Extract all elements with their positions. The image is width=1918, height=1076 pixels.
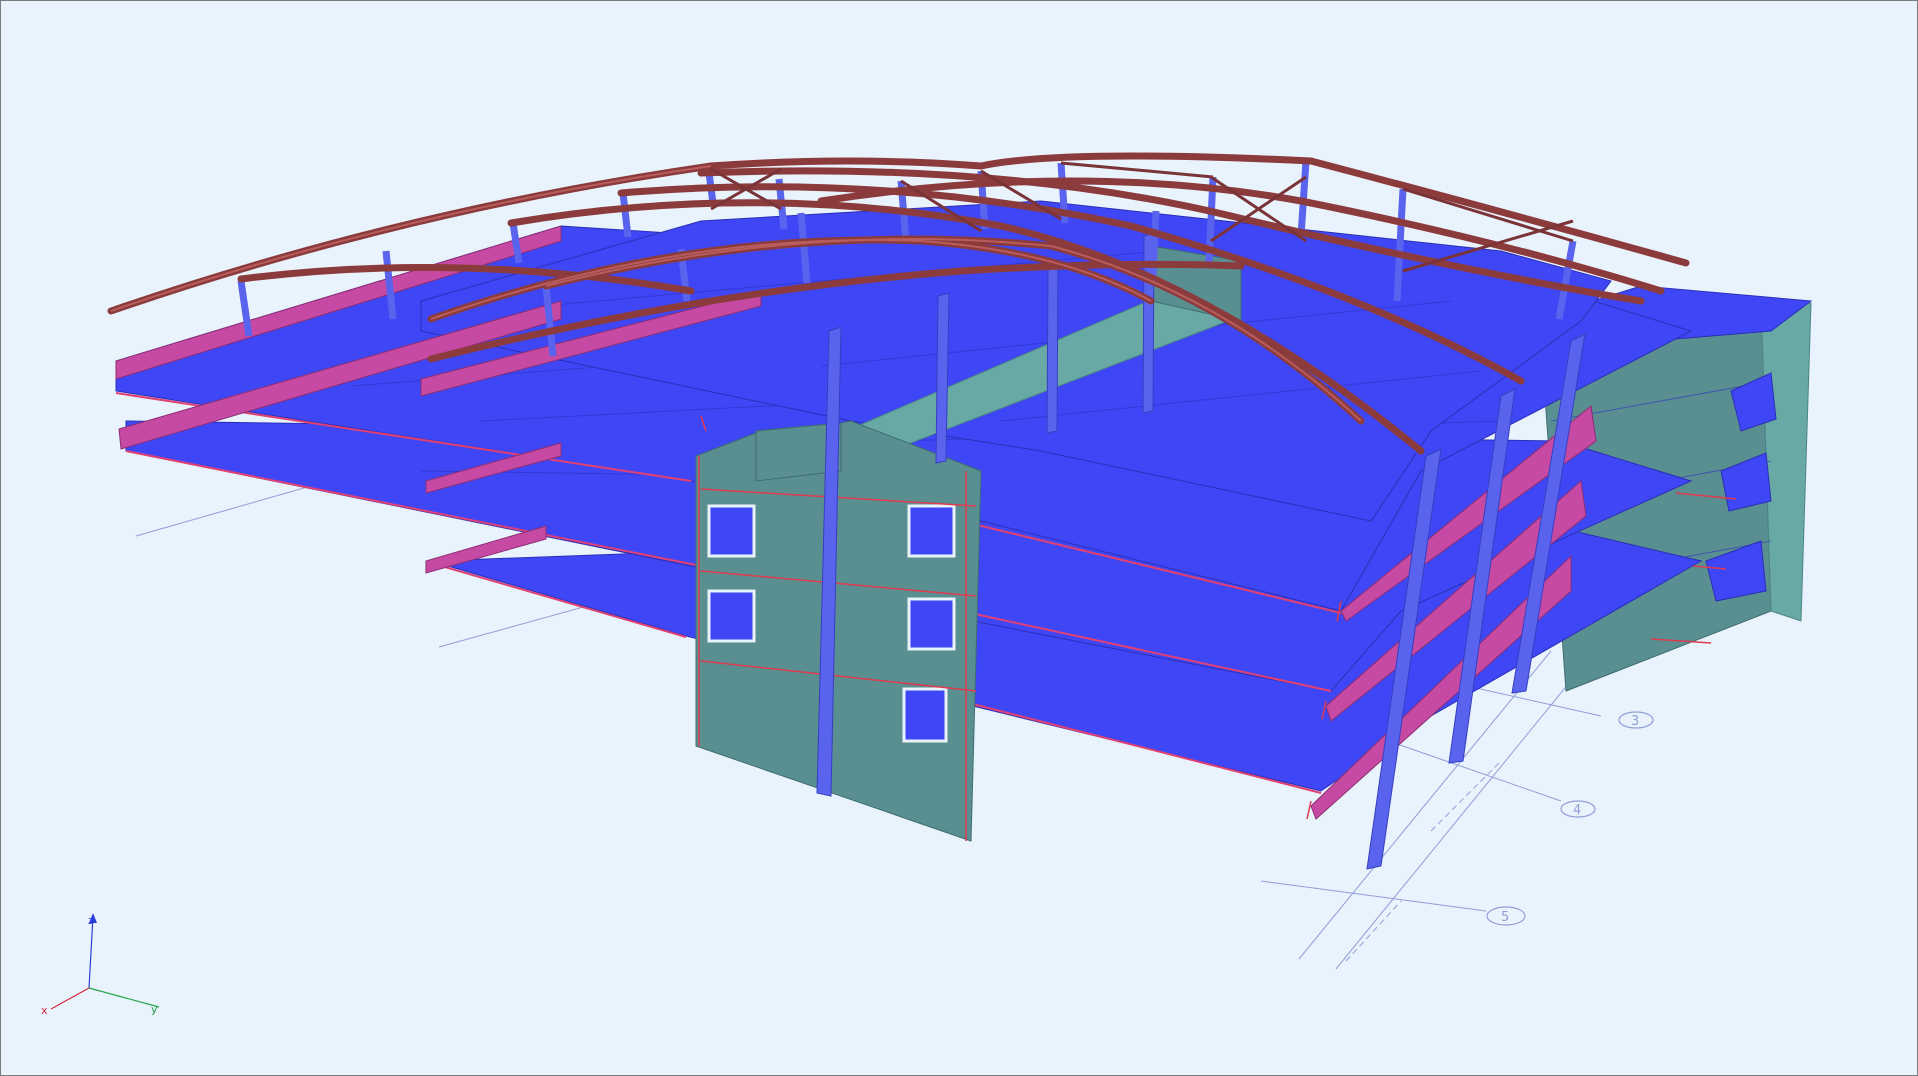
grid-axis-label-4: 4 <box>1573 803 1581 818</box>
z-axis-label: z <box>88 914 94 927</box>
window-opening <box>907 597 956 651</box>
structural-model-canvas[interactable]: 3 4 5 z x y <box>1 1 1917 1075</box>
grid-axis-bubble-3[interactable]: 3 <box>1618 711 1654 729</box>
window-opening <box>707 589 756 643</box>
window-opening <box>902 687 948 743</box>
coordinate-axis-triad: z x y <box>41 913 160 1017</box>
front-wall-with-openings[interactable] <box>695 415 982 842</box>
y-axis-label: y <box>151 1003 158 1016</box>
grid-axis-bubble-5[interactable]: 5 <box>1486 906 1526 926</box>
window-opening <box>707 504 756 558</box>
x-axis-label: x <box>41 1004 48 1017</box>
3d-model-viewport[interactable]: 3 4 5 z x y <box>0 0 1918 1076</box>
grid-axis-label-5: 5 <box>1501 910 1509 925</box>
grid-axis-bubble-4[interactable]: 4 <box>1560 800 1596 818</box>
window-opening <box>907 504 956 558</box>
grid-axis-label-3: 3 <box>1631 714 1639 729</box>
